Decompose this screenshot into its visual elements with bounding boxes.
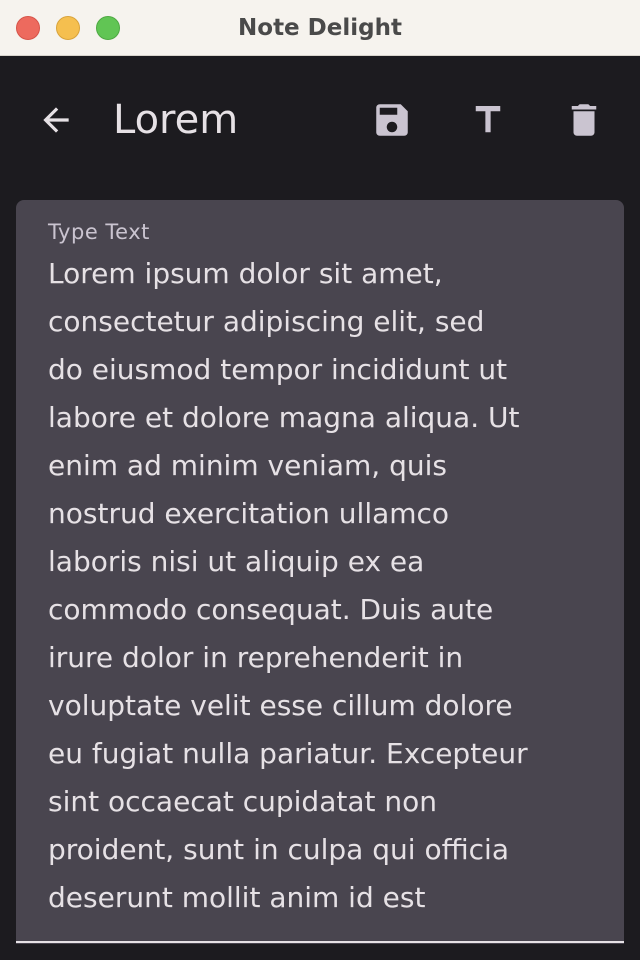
window-titlebar: Note Delight bbox=[0, 0, 640, 56]
window-title: Note Delight bbox=[238, 15, 402, 41]
note-body-text[interactable]: Lorem ipsum dolor sit amet, consectetur … bbox=[48, 250, 608, 922]
text-format-button[interactable] bbox=[460, 92, 516, 148]
save-icon bbox=[376, 104, 408, 136]
note-field-label: Type Text bbox=[48, 220, 150, 244]
delete-button[interactable] bbox=[556, 92, 612, 148]
save-button[interactable] bbox=[364, 92, 420, 148]
back-button[interactable] bbox=[28, 92, 84, 148]
delete-icon bbox=[571, 104, 597, 136]
top-app-bar: Lorem bbox=[0, 56, 640, 184]
text-field-underline bbox=[16, 941, 624, 943]
text-format-icon bbox=[475, 106, 501, 133]
arrow-back-icon bbox=[43, 107, 69, 133]
page-title: Lorem bbox=[113, 97, 239, 143]
note-text-field[interactable]: Type Text Lorem ipsum dolor sit amet, co… bbox=[16, 200, 624, 944]
app-window: Note Delight Lorem Type Text Lorem ipsum… bbox=[0, 0, 640, 960]
